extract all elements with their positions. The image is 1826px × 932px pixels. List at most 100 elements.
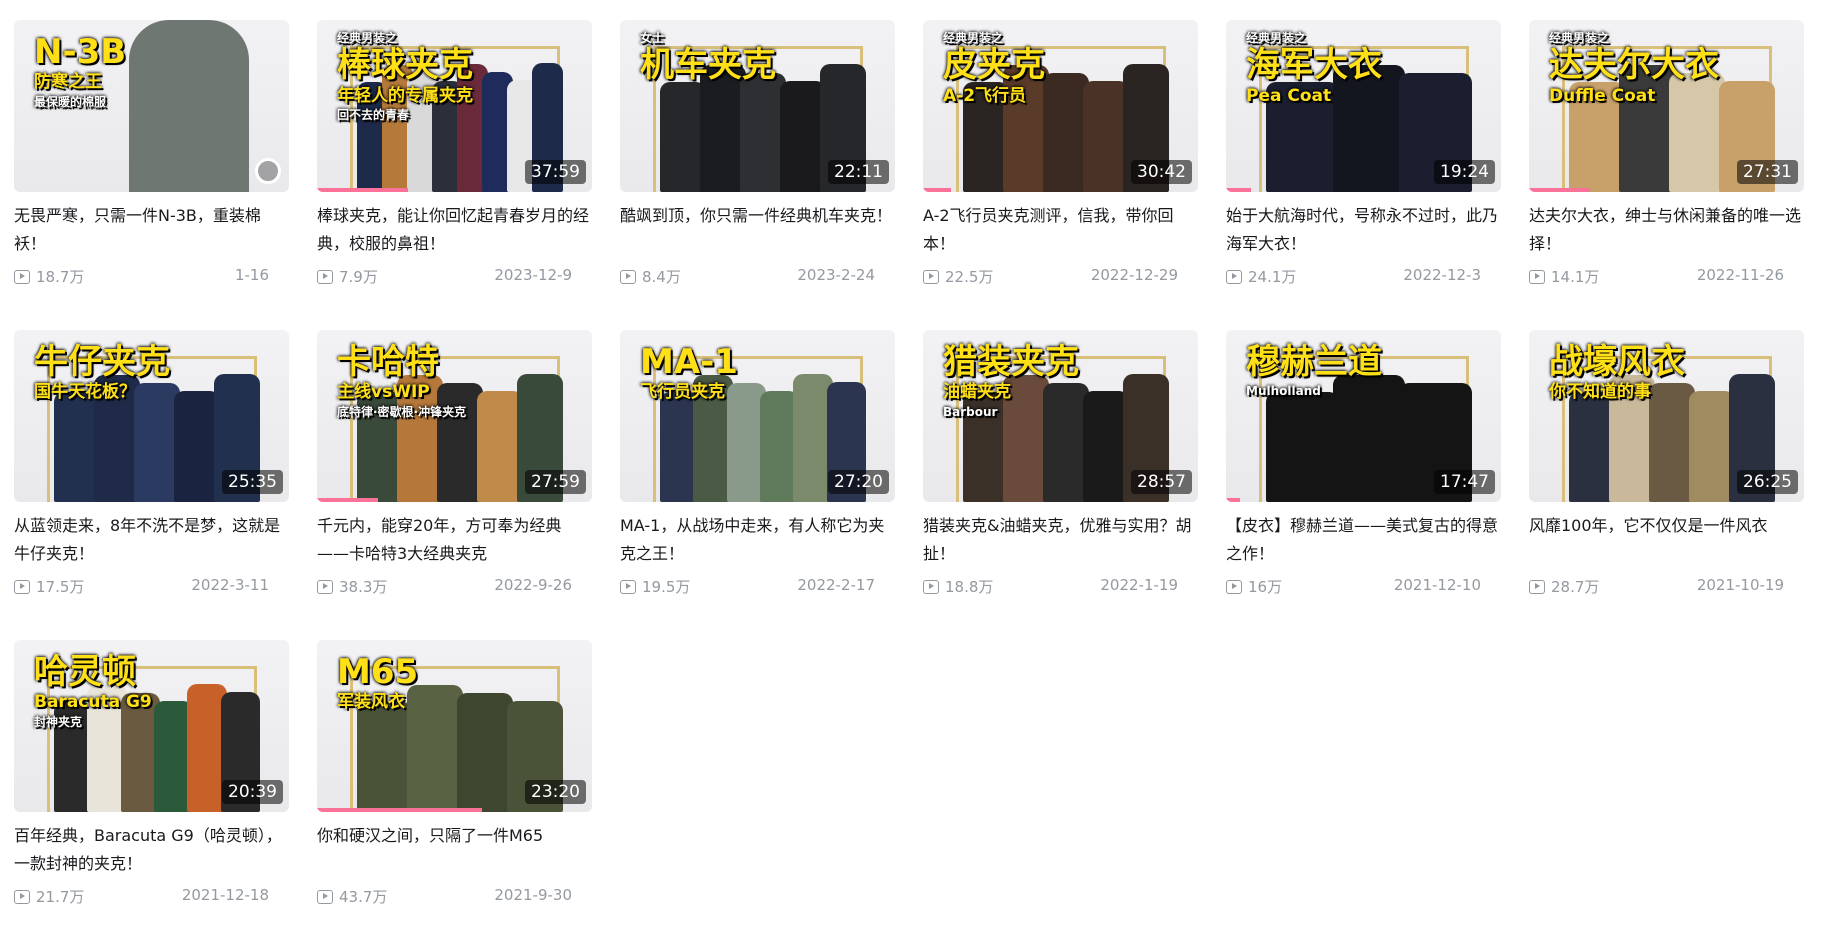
play-count-icon [1226,269,1242,284]
duration-badge: 23:20 [525,780,586,804]
duration-badge: 28:57 [1131,470,1192,494]
view-count-text: 18.8万 [945,578,994,596]
overlay-main-text: M65 [337,652,419,692]
video-card[interactable]: 经典男装之 棒球夹克 年轻人的专属夹克 回不去的青春 37:59 棒球夹克，能让你回忆起青… [317,20,592,312]
duration-badge: 27:31 [1737,160,1798,184]
overlay-top-text: 女士 [640,31,665,45]
video-card[interactable]: M65 军装风衣 23:20 你和硬汉之间，只隔了一件M65 43.7万 2021-9-3… [317,640,592,932]
video-title[interactable]: A-2飞行员夹克测评，信我，带你回本！ [923,202,1198,258]
overlay-small-text: 回不去的青春 [337,108,410,123]
duration-badge: 20:39 [222,780,283,804]
play-count-icon [14,269,30,284]
overlay-sub-text: 飞行员夹克 [640,382,725,403]
overlay-sub-text: 防寒之王 [34,72,102,93]
video-title[interactable]: 猎装夹克&油蜡夹克，优雅与实用？胡扯！ [923,512,1198,568]
model-figure [129,20,249,192]
publish-date: 2021-10-19 [1696,576,1784,594]
view-count-text: 8.4万 [642,268,681,286]
overlay-sub-text: A-2飞行员 [943,85,1027,106]
overlay-top-text: 经典男装之 [337,31,398,45]
video-card[interactable]: 猎装夹克 油蜡夹克 Barbour 28:57 猎装夹克&油蜡夹克，优雅与实用？胡扯！ 1… [923,330,1198,622]
video-thumbnail[interactable]: 经典男装之 海军大衣 Pea Coat 19:24 [1226,20,1501,192]
video-thumbnail[interactable]: 女士 机车夹克 22:11 [620,20,895,192]
overlay-sub-text: Duffle Coat [1549,85,1656,106]
video-thumbnail[interactable]: 穆赫兰道 Mulholland 17:47 [1226,330,1501,502]
publish-date: 2021-12-18 [181,886,269,904]
duration-badge: 22:11 [828,160,889,184]
video-title[interactable]: 【皮衣】穆赫兰道——美式复古的得意之作！ [1226,512,1501,568]
video-card[interactable]: 经典男装之 达夫尔大衣 Duffle Coat 27:31 达夫尔大衣，绅士与休闲兼备的… [1529,20,1804,312]
watch-progress-bar [1529,188,1590,192]
video-card[interactable]: 女士 机车夹克 22:11 酷飒到顶，你只需一件经典机车夹克！ 8.4万 2023-2-2… [620,20,895,312]
video-meta: 18.8万 2022-1-19 [923,576,1198,597]
thumbnail-overlay-text: 穆赫兰道 Mulholland [1246,342,1382,399]
overlay-main-text: 机车夹克 [640,45,776,86]
replay-icon[interactable] [255,158,281,184]
view-count-text: 14.1万 [1551,268,1600,286]
duration-badge: 26:25 [1737,470,1798,494]
overlay-top-text: 经典男装之 [1246,31,1307,45]
view-count-text: 18.7万 [36,268,85,286]
video-title[interactable]: 酷飒到顶，你只需一件经典机车夹克！ [620,202,895,258]
overlay-main-text: 战壕风衣 [1549,342,1685,382]
video-title[interactable]: 棒球夹克，能让你回忆起青春岁月的经典，校服的鼻祖！ [317,202,592,258]
overlay-main-text: 哈灵顿 [34,652,136,692]
video-thumbnail[interactable]: 经典男装之 达夫尔大衣 Duffle Coat 27:31 [1529,20,1804,192]
video-thumbnail[interactable]: 战壕风衣 你不知道的事 26:25 [1529,330,1804,502]
overlay-sub-text: Baracuta G9 [34,692,152,713]
play-count-icon [923,269,939,284]
play-count-icon [317,889,333,904]
video-card[interactable]: 卡哈特 主线vsWIP 底特律·密歇根·冲锋夹克 27:59 千元内，能穿20年，方可奉… [317,330,592,622]
video-card[interactable]: MA-1 飞行员夹克 27:20 MA-1，从战场中走来，有人称它为夹克之王！ 19.5… [620,330,895,622]
play-count-icon [317,579,333,594]
video-title[interactable]: 风靡100年，它不仅仅是一件风衣 [1529,512,1804,568]
video-title[interactable]: MA-1，从战场中走来，有人称它为夹克之王！ [620,512,895,568]
video-thumbnail[interactable]: 猎装夹克 油蜡夹克 Barbour 28:57 [923,330,1198,502]
overlay-sub-text: 年轻人的专属夹克 [337,85,473,106]
publish-date: 1-16 [234,266,269,284]
video-card[interactable]: N-3B 防寒之王 最保暖的棉服无畏严寒，只需一件N-3B，重装棉袄！ 18.7万 1-… [14,20,289,312]
video-title[interactable]: 无畏严寒，只需一件N-3B，重装棉袄！ [14,202,289,258]
video-card[interactable]: 哈灵顿 Baracuta G9 封神夹克 20:39 百年经典，Baracuta G9（… [14,640,289,932]
overlay-main-text: 海军大衣 [1246,45,1382,86]
video-title[interactable]: 始于大航海时代，号称永不过时，此乃海军大衣！ [1226,202,1501,258]
video-title[interactable]: 千元内，能穿20年，方可奉为经典——卡哈特3大经典夹克 [317,512,592,568]
video-meta: 18.7万 1-16 [14,266,289,287]
play-count-icon [620,269,636,284]
video-thumbnail[interactable]: MA-1 飞行员夹克 27:20 [620,330,895,502]
view-count: 14.1万 [1529,266,1599,287]
video-title[interactable]: 你和硬汉之间，只隔了一件M65 [317,822,592,878]
video-card[interactable]: 战壕风衣 你不知道的事 26:25 风靡100年，它不仅仅是一件风衣 28.7万 2021… [1529,330,1804,622]
video-card[interactable]: 经典男装之 皮夹克 A-2飞行员 30:42 A-2飞行员夹克测评，信我，带你回本！ 22… [923,20,1198,312]
video-title[interactable]: 百年经典，Baracuta G9（哈灵顿），一款封神的夹克！ [14,822,289,878]
video-thumbnail[interactable]: 经典男装之 皮夹克 A-2飞行员 30:42 [923,20,1198,192]
video-card[interactable]: 经典男装之 海军大衣 Pea Coat 19:24 始于大航海时代，号称永不过时，此乃海… [1226,20,1501,312]
overlay-small-text: 底特律·密歇根·冲锋夹克 [337,405,467,420]
video-title[interactable]: 从蓝领走来，8年不洗不是梦，这就是牛仔夹克！ [14,512,289,568]
overlay-top-text: 经典男装之 [1549,31,1610,45]
video-meta: 8.4万 2023-2-24 [620,266,895,287]
overlay-small-text: Mulholland [1246,384,1321,399]
video-thumbnail[interactable]: N-3B 防寒之王 最保暖的棉服 [14,20,289,192]
video-thumbnail[interactable]: 牛仔夹克 国牛天花板？ 25:35 [14,330,289,502]
video-thumbnail[interactable]: 经典男装之 棒球夹克 年轻人的专属夹克 回不去的青春 37:59 [317,20,592,192]
overlay-main-text: 皮夹克 [943,45,1045,86]
watch-progress-bar [317,188,408,192]
video-meta: 17.5万 2022-3-11 [14,576,289,597]
video-title[interactable]: 达夫尔大衣，绅士与休闲兼备的唯一选择！ [1529,202,1804,258]
view-count-text: 38.3万 [339,578,388,596]
publish-date: 2022-11-26 [1696,266,1784,284]
overlay-main-text: N-3B [34,32,127,72]
overlay-main-text: 棒球夹克 [337,45,473,86]
video-thumbnail[interactable]: 哈灵顿 Baracuta G9 封神夹克 20:39 [14,640,289,812]
video-card[interactable]: 穆赫兰道 Mulholland 17:47 【皮衣】穆赫兰道——美式复古的得意之作！ 1… [1226,330,1501,622]
view-count: 7.9万 [317,266,378,287]
view-count-text: 24.1万 [1248,268,1297,286]
overlay-sub-text: Pea Coat [1246,85,1332,106]
video-thumbnail[interactable]: M65 军装风衣 23:20 [317,640,592,812]
video-card[interactable]: 牛仔夹克 国牛天花板？ 25:35 从蓝领走来，8年不洗不是梦，这就是牛仔夹克！ 17.… [14,330,289,622]
garment [457,693,513,812]
publish-date: 2023-2-24 [797,266,875,284]
overlay-small-text: 封神夹克 [34,715,83,730]
video-thumbnail[interactable]: 卡哈特 主线vsWIP 底特律·密歇根·冲锋夹克 27:59 [317,330,592,502]
